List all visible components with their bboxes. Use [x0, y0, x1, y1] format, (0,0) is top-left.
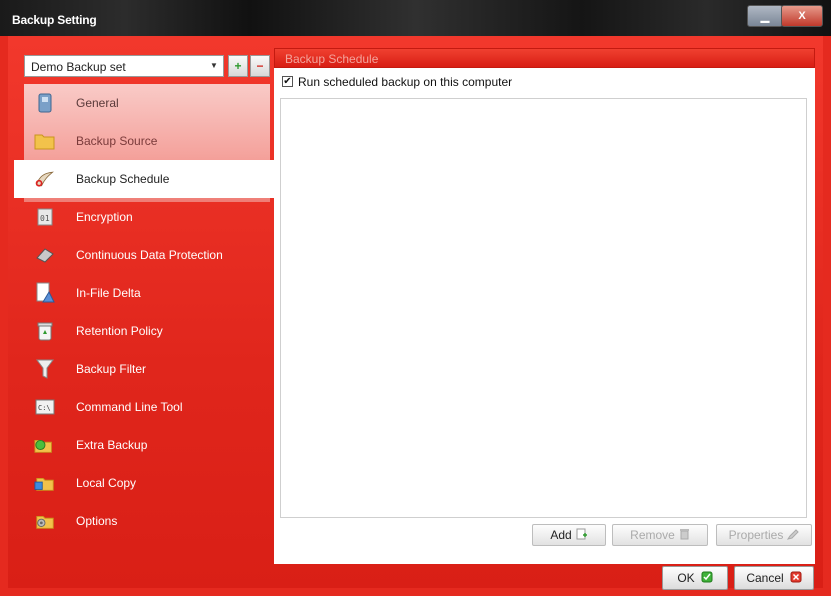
nav-item-encryption[interactable]: 01 Encryption — [24, 198, 270, 236]
close-button[interactable]: X — [781, 5, 823, 27]
svg-text:01: 01 — [40, 214, 50, 223]
delta-icon — [34, 282, 56, 304]
nav-item-label: Encryption — [76, 210, 133, 224]
chevron-down-icon: ▼ — [210, 61, 218, 70]
edit-icon — [787, 528, 800, 543]
left-panel: Demo Backup set ▼ + − General Backup Sou… — [14, 44, 276, 544]
dialog-body: Demo Backup set ▼ + − General Backup Sou… — [8, 36, 823, 590]
nav-item-local-copy[interactable]: Local Copy — [24, 464, 270, 502]
nav-item-extra-backup[interactable]: Extra Backup — [24, 426, 270, 464]
run-scheduled-row: ✔ Run scheduled backup on this computer — [274, 68, 815, 96]
nav-item-label: Command Line Tool — [76, 400, 183, 414]
nav-item-label: Extra Backup — [76, 438, 148, 452]
nav-item-in-file-delta[interactable]: In-File Delta — [24, 274, 270, 312]
nav-item-retention-policy[interactable]: Retention Policy — [24, 312, 270, 350]
add-document-icon — [576, 528, 588, 543]
extra-backup-icon — [34, 434, 56, 456]
ok-button[interactable]: OK — [662, 566, 728, 590]
nav-item-label: Options — [76, 514, 118, 528]
plus-icon: + — [234, 59, 242, 73]
nav-item-label: Backup Schedule — [76, 172, 170, 186]
backup-set-dropdown[interactable]: Demo Backup set ▼ — [24, 55, 224, 77]
cancel-icon — [790, 571, 802, 586]
minimize-button[interactable]: ▁ — [747, 5, 783, 27]
window-controls: ▁ X — [747, 5, 823, 27]
cancel-button[interactable]: Cancel — [734, 566, 814, 590]
cancel-label: Cancel — [746, 571, 784, 585]
ok-icon — [701, 571, 713, 586]
nav-item-label: Retention Policy — [76, 324, 163, 338]
nav-item-options[interactable]: Options — [24, 502, 270, 540]
ok-label: OK — [677, 571, 695, 585]
remove-backup-set-button[interactable]: − — [250, 55, 270, 77]
schedule-panel: Backup Schedule ✔ Run scheduled backup o… — [274, 48, 823, 564]
run-scheduled-checkbox[interactable]: ✔ — [282, 76, 293, 87]
nav-item-command-line-tool[interactable]: C:\ Command Line Tool — [24, 388, 270, 426]
recycle-bin-icon — [34, 320, 56, 342]
section-header-title: Backup Schedule — [285, 52, 379, 66]
properties-schedule-button[interactable]: Properties — [716, 524, 812, 546]
filter-icon — [34, 358, 56, 380]
minimize-icon: ▁ — [760, 10, 770, 23]
remove-schedule-button[interactable]: Remove — [612, 524, 708, 546]
close-icon: X — [798, 10, 806, 22]
backup-set-value: Demo Backup set — [31, 60, 126, 74]
trash-icon — [679, 528, 690, 543]
minus-icon: − — [256, 59, 264, 73]
add-schedule-button[interactable]: Add — [532, 524, 606, 546]
svg-text:C:\: C:\ — [38, 404, 51, 412]
title-bar[interactable]: Backup Setting ▁ X — [0, 0, 831, 36]
properties-label: Properties — [728, 528, 784, 542]
nav-item-label: Local Copy — [76, 476, 137, 490]
command-line-icon: C:\ — [34, 396, 56, 418]
nav-item-label: General — [76, 96, 119, 110]
settings-nav: General Backup Source Backup Schedule 01… — [14, 84, 276, 540]
add-backup-set-button[interactable]: + — [228, 55, 248, 77]
local-copy-icon — [34, 472, 56, 494]
folder-icon — [34, 130, 56, 152]
nav-item-label: In-File Delta — [76, 286, 141, 300]
schedule-list[interactable] — [280, 98, 807, 518]
nav-item-backup-filter[interactable]: Backup Filter — [24, 350, 270, 388]
backup-set-selector: Demo Backup set ▼ + − — [24, 55, 270, 79]
options-icon — [34, 510, 56, 532]
backup-setting-window: Backup Setting ▁ X Demo Backup set ▼ + −… — [0, 0, 831, 596]
cdp-icon — [34, 244, 56, 266]
window-title: Backup Setting — [12, 13, 97, 27]
add-label: Add — [550, 528, 572, 542]
nav-item-backup-source[interactable]: Backup Source — [24, 122, 270, 160]
nav-item-backup-schedule[interactable]: Backup Schedule — [14, 160, 276, 198]
nav-item-general[interactable]: General — [24, 84, 270, 122]
encryption-icon: 01 — [34, 206, 56, 228]
nav-item-label: Backup Source — [76, 134, 158, 148]
run-scheduled-label[interactable]: Run scheduled backup on this computer — [298, 75, 512, 89]
section-header: Backup Schedule — [274, 48, 815, 68]
remove-label: Remove — [630, 528, 675, 542]
general-icon — [34, 92, 56, 114]
nav-item-label: Backup Filter — [76, 362, 147, 376]
nav-item-label: Continuous Data Protection — [76, 248, 223, 262]
nav-item-continuous-data-protection[interactable]: Continuous Data Protection — [24, 236, 270, 274]
schedule-icon — [34, 168, 56, 190]
